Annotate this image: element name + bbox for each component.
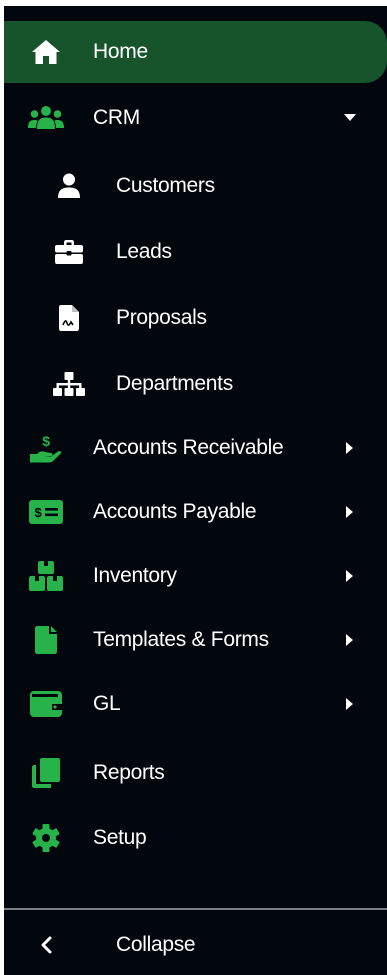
caret-right-icon xyxy=(343,570,357,582)
sidebar-item-crm[interactable]: CRM xyxy=(4,89,387,147)
sidebar-item-customers[interactable]: Customers xyxy=(4,157,387,215)
gear-icon xyxy=(26,824,66,852)
sitemap-icon xyxy=(49,372,89,396)
sidebar-item-setup[interactable]: Setup xyxy=(4,809,387,867)
caret-right-icon xyxy=(343,506,357,518)
sidebar-item-inventory[interactable]: Inventory xyxy=(4,547,387,605)
user-icon xyxy=(49,173,89,199)
boxes-icon xyxy=(26,561,66,591)
caret-right-icon xyxy=(343,442,357,454)
sidebar-item-label: Accounts Receivable xyxy=(93,436,284,459)
sidebar-item-accounts-receivable[interactable]: $ Accounts Receivable xyxy=(4,419,387,477)
sidebar-item-label: Accounts Payable xyxy=(93,500,257,523)
sidebar-item-label: Departments xyxy=(116,372,233,395)
sidebar-item-gl[interactable]: GL xyxy=(4,675,387,733)
svg-text:$: $ xyxy=(35,505,43,520)
sidebar-item-label: Setup xyxy=(93,826,147,849)
sidebar-item-label: CRM xyxy=(93,106,140,129)
copy-icon xyxy=(26,758,66,788)
caret-down-icon xyxy=(343,114,357,122)
sidebar-item-reports[interactable]: Reports xyxy=(4,744,387,802)
sidebar-item-leads[interactable]: Leads xyxy=(4,223,387,281)
briefcase-icon xyxy=(49,240,89,264)
chevron-left-icon xyxy=(26,936,66,954)
file-icon xyxy=(26,626,66,654)
file-signature-icon xyxy=(49,305,89,331)
sidebar-item-label: Customers xyxy=(116,174,215,197)
sidebar-item-proposals[interactable]: Proposals xyxy=(4,289,387,347)
collapse-label: Collapse xyxy=(116,933,196,956)
sidebar-item-accounts-payable[interactable]: $ Accounts Payable xyxy=(4,483,387,541)
wallet-icon xyxy=(26,691,66,717)
sidebar-item-label: GL xyxy=(93,692,121,715)
caret-right-icon xyxy=(343,698,357,710)
hand-dollar-icon: $ xyxy=(26,433,66,463)
sidebar-item-label: Inventory xyxy=(93,564,177,587)
sidebar-item-home[interactable]: Home xyxy=(4,21,387,83)
home-icon xyxy=(26,39,66,65)
sidebar-item-label: Home xyxy=(93,40,148,63)
sidebar-item-label: Leads xyxy=(116,240,172,263)
caret-right-icon xyxy=(343,634,357,646)
sidebar-item-label: Proposals xyxy=(116,306,207,329)
sidebar-item-label: Reports xyxy=(93,761,165,784)
collapse-button[interactable]: Collapse xyxy=(4,916,387,974)
svg-text:$: $ xyxy=(42,433,50,449)
sidebar-item-label: Templates & Forms xyxy=(93,628,269,651)
money-bill-icon: $ xyxy=(26,500,66,524)
sidebar-item-templates-forms[interactable]: Templates & Forms xyxy=(4,611,387,669)
divider xyxy=(4,908,387,910)
sidebar-item-departments[interactable]: Departments xyxy=(4,355,387,413)
sidebar: Home CRM Customers Leads Proposals Depar… xyxy=(4,6,387,975)
users-icon xyxy=(26,105,66,131)
